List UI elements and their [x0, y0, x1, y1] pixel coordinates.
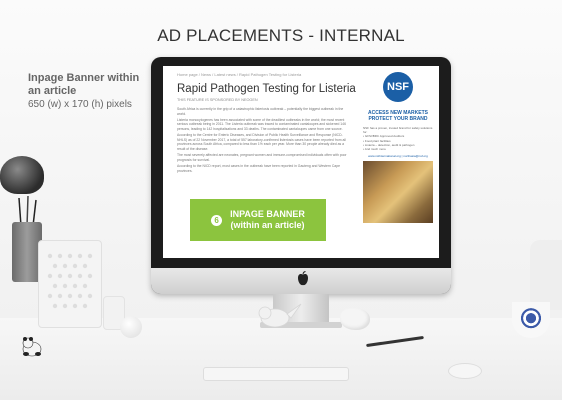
mouse	[448, 363, 482, 379]
ad-links[interactable]: www.nsfinternational.org | northasia@nsf…	[363, 154, 433, 158]
crumpled-paper	[340, 308, 370, 330]
article-paragraph: According to the NICD report, most cases…	[177, 163, 340, 173]
banner-line-1: INPAGE BANNER	[230, 209, 305, 219]
banner-line-2: (within an article)	[230, 220, 305, 230]
ad-line: NSF has a proven, trusted brand for safe…	[363, 126, 433, 135]
ad-line: • And much more	[363, 147, 386, 152]
article-paragraph: According to the Centre for Enteric Dise…	[177, 133, 346, 151]
ad-copy: NSF has a proven, trusted brand for safe…	[363, 126, 433, 151]
bird-figurine-icon	[258, 303, 302, 328]
ad-heading: ACCESS NEW MARKETS PROTECT YOUR BRAND	[367, 110, 428, 122]
apple-logo-icon	[298, 271, 308, 286]
blue-pattern-cup	[512, 302, 550, 338]
ad-image	[363, 161, 433, 224]
panda-figurine-icon	[22, 337, 42, 357]
article-paragraph: The most severely affected are neonates,…	[177, 153, 347, 162]
banner-text: INPAGE BANNER (within an article)	[230, 209, 305, 231]
lantern-pattern	[47, 253, 93, 309]
placement-title: Inpage Banner within an article	[28, 72, 140, 97]
sidebar-ad[interactable]: NSF ACCESS NEW MARKETS PROTECT YOUR BRAN…	[363, 72, 433, 224]
inpage-banner[interactable]: 6 INPAGE BANNER (within an article)	[190, 199, 326, 241]
desk-lamp	[0, 156, 44, 194]
sponsor-line: THIS FEATURE IS SPONSORED BY NEOGEN	[177, 98, 258, 102]
breadcrumb[interactable]: Home page / News / Latest news / Rapid P…	[177, 72, 301, 77]
nsf-logo-icon: NSF	[383, 72, 413, 102]
banner-number-badge: 6	[211, 214, 223, 226]
article-paragraph: South Africa is currently in the grip of…	[177, 107, 344, 116]
placement-dimensions: 650 (w) x 170 (h) pixels	[28, 99, 132, 110]
page-headline: AD PLACEMENTS - INTERNAL	[157, 26, 405, 45]
keyboard	[203, 367, 349, 381]
white-sphere	[120, 316, 142, 338]
article-title: Rapid Pathogen Testing for Listeria	[177, 83, 356, 95]
article-paragraph: Listeria monocytogenes has been associat…	[177, 117, 346, 131]
article-screen: Home page / News / Latest news / Rapid P…	[163, 66, 439, 258]
desk-surface	[0, 318, 562, 400]
right-vase	[530, 240, 562, 310]
article-body: South Africa is currently in the grip of…	[177, 107, 347, 175]
mockup-scene: AD PLACEMENTS - INTERNAL Inpage Banner w…	[0, 0, 562, 400]
